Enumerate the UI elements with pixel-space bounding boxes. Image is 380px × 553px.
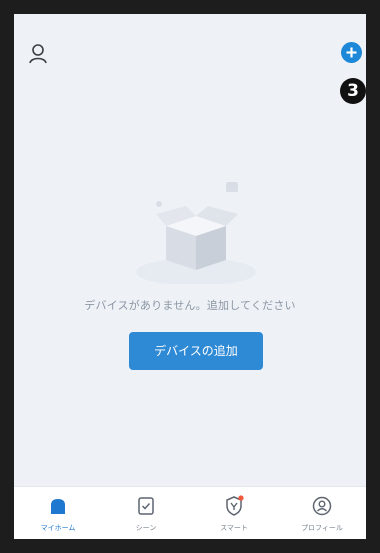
device-frame: 3 デバイスがありません。追加してください デバイスの追加 マイホーム シーン … bbox=[0, 0, 380, 553]
empty-state-message: デバイスがありません。追加してください bbox=[84, 299, 296, 312]
profile-circle-icon bbox=[310, 494, 334, 518]
add-device-plus-button[interactable] bbox=[341, 42, 362, 63]
tab-label: シーン bbox=[135, 524, 157, 532]
plus-icon bbox=[346, 47, 357, 58]
step-number-badge: 3 bbox=[340, 78, 366, 104]
add-device-button[interactable]: デバイスの追加 bbox=[129, 332, 263, 370]
tab-profile[interactable]: プロフィール bbox=[278, 487, 366, 539]
top-bar: 3 bbox=[14, 14, 366, 104]
bottom-tab-bar: マイホーム シーン スマート プロフィール bbox=[14, 486, 366, 539]
tab-my-home[interactable]: マイホーム bbox=[14, 487, 102, 539]
tab-label: プロフィール bbox=[301, 524, 343, 532]
empty-box-icon bbox=[126, 174, 266, 286]
tab-scene[interactable]: シーン bbox=[102, 487, 190, 539]
scene-checkbox-icon bbox=[134, 494, 158, 518]
person-outline-icon[interactable] bbox=[26, 42, 50, 66]
home-icon bbox=[46, 494, 70, 518]
tab-label: スマート bbox=[220, 524, 248, 532]
smart-shield-icon bbox=[222, 494, 246, 518]
tab-smart[interactable]: スマート bbox=[190, 487, 278, 539]
app-screen: 3 デバイスがありません。追加してください デバイスの追加 マイホーム シーン … bbox=[14, 14, 366, 539]
tab-label: マイホーム bbox=[40, 524, 76, 532]
